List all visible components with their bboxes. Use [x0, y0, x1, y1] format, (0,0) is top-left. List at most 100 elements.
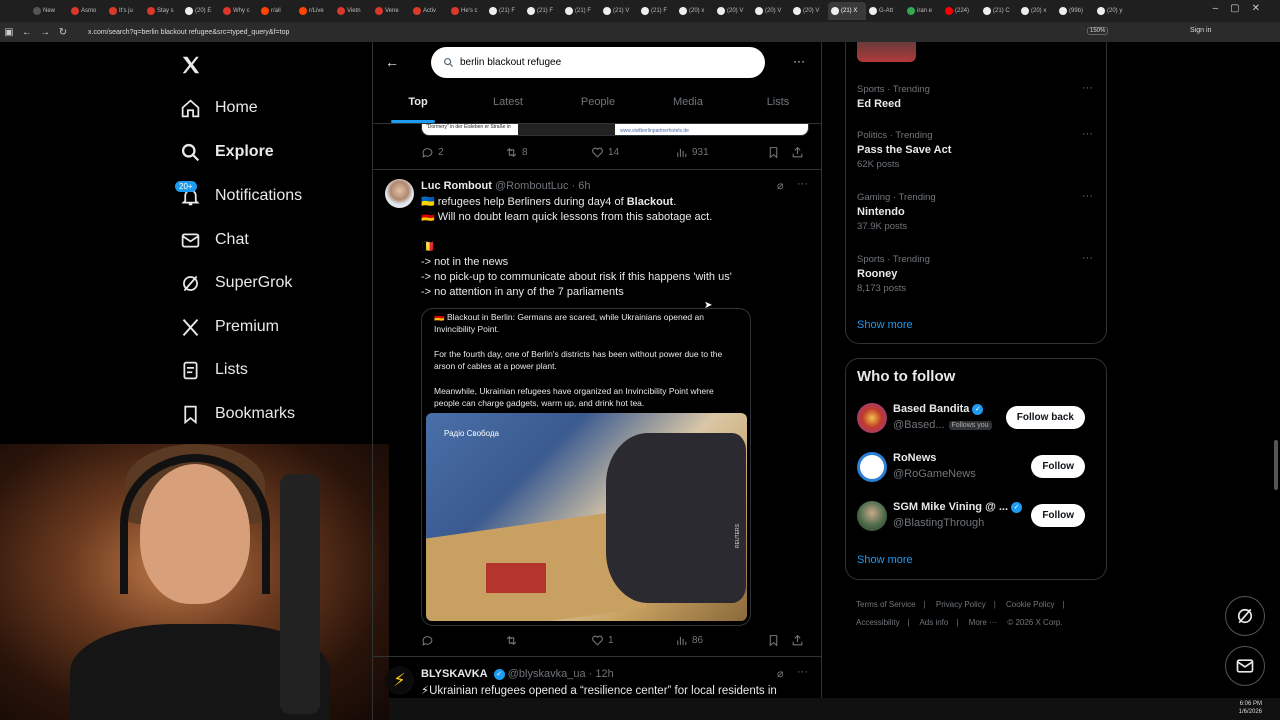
- search-bar[interactable]: [431, 47, 765, 78]
- avatar[interactable]: [857, 403, 887, 433]
- tab-people[interactable]: People: [553, 86, 643, 123]
- follow-suggestion[interactable]: Based Bandita ✓ @Based... Follows you Foll…: [857, 401, 1097, 437]
- trends-show-more-link[interactable]: Show more: [857, 319, 913, 331]
- sidebar-toggle-icon[interactable]: ▣: [0, 27, 18, 38]
- footer-more[interactable]: More ···: [969, 618, 997, 627]
- browser-tab[interactable]: Vietn: [334, 2, 372, 20]
- nav-bookmarks[interactable]: Bookmarks: [180, 399, 295, 429]
- tab-lists[interactable]: Lists: [733, 86, 821, 123]
- browser-tab[interactable]: r/all: [258, 2, 296, 20]
- footer-privacy[interactable]: Privacy Policy: [936, 600, 986, 609]
- nav-premium[interactable]: Premium: [180, 312, 279, 342]
- follow-button[interactable]: Follow: [1031, 504, 1085, 527]
- forward-icon[interactable]: →: [36, 27, 54, 38]
- author-handle[interactable]: @blyskavka_ua: [508, 668, 586, 680]
- system-clock[interactable]: 6:06 PM 1/6/2026: [1239, 700, 1262, 716]
- repost-button[interactable]: 8: [505, 146, 591, 159]
- footer-ads-info[interactable]: Ads info: [919, 618, 948, 627]
- browser-tab[interactable]: iran e: [904, 2, 942, 20]
- tweet-more-icon[interactable]: ···: [797, 666, 808, 678]
- bookmark-button[interactable]: [767, 146, 791, 159]
- browser-tab[interactable]: Vene: [372, 2, 410, 20]
- trend-image[interactable]: [857, 42, 916, 62]
- share-button[interactable]: [791, 146, 804, 159]
- back-icon[interactable]: ←: [18, 27, 36, 38]
- like-button[interactable]: 1: [591, 634, 675, 647]
- browser-tab[interactable]: (21) F: [486, 2, 524, 20]
- browser-tab[interactable]: Stay s: [144, 2, 182, 20]
- window-controls[interactable]: –▢✕: [1213, 3, 1272, 14]
- browser-tab[interactable]: (20) x: [676, 2, 714, 20]
- author-name[interactable]: BLYSKAVKA: [421, 668, 488, 680]
- browser-tab[interactable]: (21) F: [638, 2, 676, 20]
- browser-tab[interactable]: (21) F: [562, 2, 600, 20]
- avatar[interactable]: [857, 452, 887, 482]
- browser-tab[interactable]: (20) V: [714, 2, 752, 20]
- tweet-more-icon[interactable]: ···: [797, 178, 808, 190]
- avatar[interactable]: ⚡: [385, 666, 414, 695]
- follow-suggestion[interactable]: RoNews @RoGameNews Follow: [857, 450, 1097, 486]
- browser-tab[interactable]: He's c: [448, 2, 486, 20]
- footer-terms[interactable]: Terms of Service: [856, 600, 916, 609]
- browser-tab[interactable]: Activ: [410, 2, 448, 20]
- zoom-level[interactable]: 150%: [1087, 27, 1109, 35]
- browser-tab[interactable]: (21) F: [524, 2, 562, 20]
- more-icon[interactable]: ···: [1082, 128, 1093, 140]
- quoted-tweet[interactable]: 🇩🇪 Blackout in Berlin: Germans are scare…: [421, 308, 751, 626]
- trend-item[interactable]: Sports · Trending Rooney 8,173 posts ···: [857, 252, 1097, 294]
- browser-tab[interactable]: New: [30, 2, 68, 20]
- bookmark-button[interactable]: [767, 634, 791, 647]
- reply-button[interactable]: 2: [421, 146, 505, 159]
- grok-icon[interactable]: ⌀: [777, 179, 784, 192]
- trend-item[interactable]: Sports · Trending Ed Reed ···: [857, 82, 1097, 110]
- browser-tab[interactable]: (20) y: [1094, 2, 1132, 20]
- more-icon[interactable]: ···: [1082, 252, 1093, 264]
- views-button[interactable]: 931: [675, 146, 767, 159]
- browser-tab[interactable]: (21) X: [828, 2, 866, 20]
- more-icon[interactable]: ···: [1082, 82, 1093, 94]
- share-button[interactable]: [791, 634, 804, 647]
- browser-tab[interactable]: (20) x: [1018, 2, 1056, 20]
- browser-tab[interactable]: (20) V: [790, 2, 828, 20]
- browser-tab[interactable]: (20) E: [182, 2, 220, 20]
- repost-button[interactable]: [505, 634, 591, 647]
- quote-photo[interactable]: Радіо Свобода REUTERS: [426, 413, 747, 621]
- grok-fab-button[interactable]: [1225, 596, 1265, 636]
- back-arrow-icon[interactable]: ←: [385, 54, 399, 70]
- avatar[interactable]: [385, 179, 414, 208]
- x-logo-icon[interactable]: [180, 54, 202, 76]
- browser-tab[interactable]: r/Live: [296, 2, 334, 20]
- author-name[interactable]: Luc Rombout: [421, 180, 492, 192]
- tab-top[interactable]: Top: [373, 86, 463, 123]
- tab-media[interactable]: Media: [643, 86, 733, 123]
- browser-tab[interactable]: Asmo: [68, 2, 106, 20]
- messages-fab-button[interactable]: [1225, 646, 1265, 686]
- author-handle[interactable]: @RomboutLuc: [495, 180, 569, 192]
- scrollbar-thumb[interactable]: [1274, 440, 1278, 490]
- like-button[interactable]: 14: [591, 146, 675, 159]
- search-input[interactable]: [460, 57, 740, 68]
- browser-tab[interactable]: (21) V: [600, 2, 638, 20]
- more-icon[interactable]: ···: [1082, 190, 1093, 202]
- nav-supergrok[interactable]: SuperGrok: [180, 268, 292, 298]
- browser-tab[interactable]: G-Att: [866, 2, 904, 20]
- footer-accessibility[interactable]: Accessibility: [856, 618, 900, 627]
- browser-tab[interactable]: Why c: [220, 2, 258, 20]
- reload-icon[interactable]: ↻: [54, 27, 72, 38]
- nav-chat[interactable]: Chat: [180, 225, 249, 255]
- nav-notifications[interactable]: Notifications: [180, 181, 302, 211]
- reply-button[interactable]: [421, 634, 505, 647]
- url-field[interactable]: x.com/search?q=berlin blackout refugee&s…: [88, 29, 289, 36]
- prev-tweet-image[interactable]: "Dormery" in der Eisleben er Straße in w…: [421, 124, 809, 136]
- trend-item[interactable]: Politics · Trending Pass the Save Act 62…: [857, 128, 1097, 170]
- avatar[interactable]: [857, 501, 887, 531]
- nav-explore[interactable]: Explore: [180, 137, 274, 167]
- follow-back-button[interactable]: Follow back: [1005, 406, 1085, 429]
- follow-button[interactable]: Follow: [1031, 455, 1085, 478]
- footer-cookie[interactable]: Cookie Policy: [1006, 600, 1054, 609]
- follow-suggestion[interactable]: SGM Mike Vining @ ... ✓ @BlastingThrough …: [857, 499, 1097, 535]
- more-options-icon[interactable]: ···: [793, 54, 805, 68]
- browser-tab[interactable]: (21) C: [980, 2, 1018, 20]
- tweet-time[interactable]: · 12h: [589, 668, 614, 680]
- nav-home[interactable]: Home: [180, 93, 258, 123]
